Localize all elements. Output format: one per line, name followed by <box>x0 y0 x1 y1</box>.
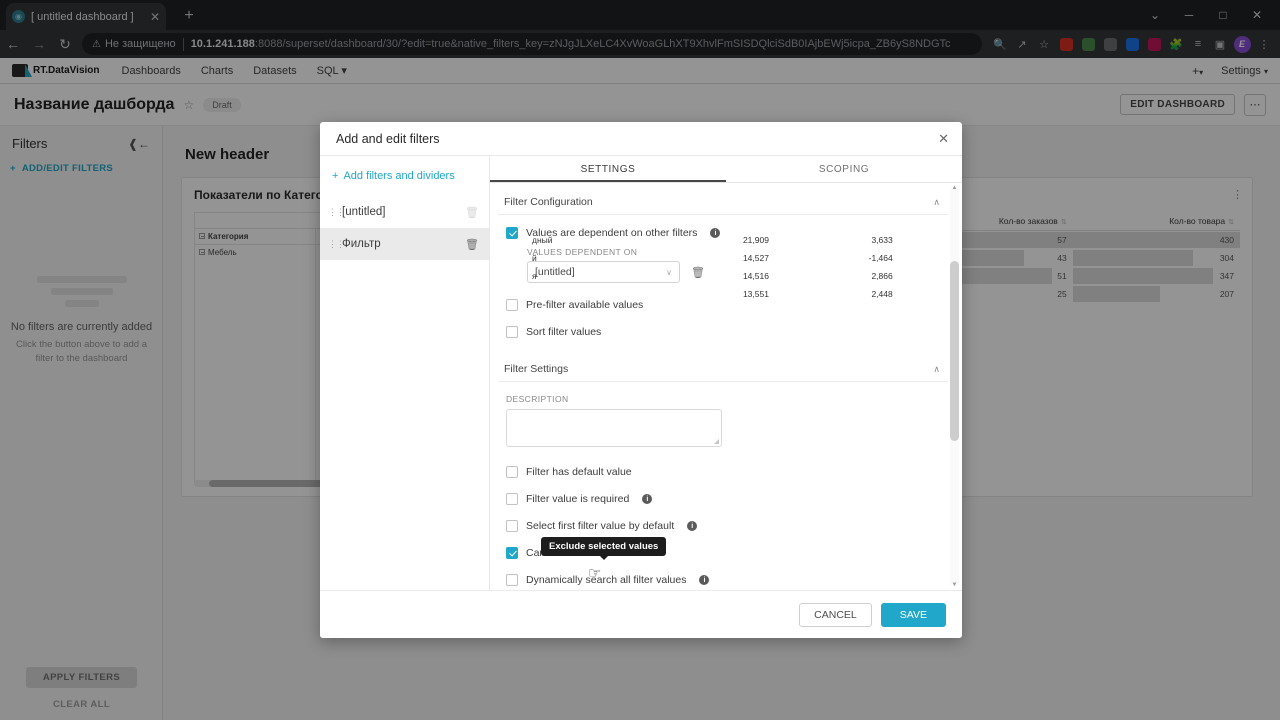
modal-body: + Add filters and dividers ⋮⋮ [untitled]… <box>320 156 962 590</box>
revenue-value: 13,551 <box>742 289 769 299</box>
scroll-up-icon[interactable]: ▲ <box>951 185 958 191</box>
orders-value: 43 <box>1057 253 1067 263</box>
filter-settings-body: DESCRIPTION Filter has default value Fil… <box>498 382 948 590</box>
tooltip: Exclude selected values <box>541 537 667 560</box>
filter-item-label: Фильтр <box>342 238 381 250</box>
tab-settings[interactable]: SETTINGS <box>490 156 726 182</box>
region-name: й <box>532 253 537 263</box>
section-title: Filter Configuration <box>504 196 593 208</box>
trash-icon[interactable]: 🗑 <box>691 266 705 279</box>
region-name: дный <box>532 235 553 245</box>
select-first-checkbox[interactable] <box>506 520 518 532</box>
trash-icon[interactable]: 🗑 <box>465 206 479 219</box>
profit-value: 3,633 <box>871 235 893 245</box>
scroll-down-icon[interactable]: ▼ <box>951 582 958 588</box>
chevron-up-icon: ∧ <box>933 196 940 207</box>
description-label: DESCRIPTION <box>506 394 569 404</box>
filter-item-label: [untitled] <box>342 206 386 218</box>
save-button[interactable]: SAVE <box>880 602 946 627</box>
option-label: Filter has default value <box>526 466 632 478</box>
values-dependent-checkbox[interactable] <box>506 227 518 239</box>
close-icon[interactable]: ✕ <box>938 131 949 147</box>
sort-checkbox[interactable] <box>506 326 518 338</box>
vertical-scrollbar[interactable]: ▲ ▼ <box>950 185 959 588</box>
filters-list-panel: + Add filters and dividers ⋮⋮ [untitled]… <box>320 156 490 590</box>
goods-value: 347 <box>1219 271 1234 281</box>
option-row-select-first[interactable]: Select first filter value by default i <box>506 520 940 532</box>
add-filters-and-dividers-button[interactable]: + Add filters and dividers <box>320 170 489 182</box>
sort-row[interactable]: Sort filter values <box>506 326 940 338</box>
info-icon[interactable]: i <box>642 494 653 504</box>
description-input[interactable] <box>506 409 722 447</box>
option-row-default-value[interactable]: Filter has default value <box>506 466 940 478</box>
orders-value: 25 <box>1057 289 1067 299</box>
prefilter-row[interactable]: Pre-filter available values <box>506 299 940 311</box>
scrollbar-thumb[interactable] <box>950 261 959 441</box>
prefilter-checkbox[interactable] <box>506 299 518 311</box>
drag-handle-icon[interactable]: ⋮⋮ <box>328 239 345 248</box>
chevron-up-icon: ∧ <box>933 363 940 374</box>
filter-list-item-untitled[interactable]: ⋮⋮ [untitled] 🗑 <box>320 196 489 228</box>
add-edit-filters-modal: Add and edit filters ✕ + Add filters and… <box>320 122 962 638</box>
region-name: я <box>532 271 537 281</box>
revenue-value: 14,516 <box>742 271 769 281</box>
goods-value: 304 <box>1219 253 1234 263</box>
goods-value: 430 <box>1219 235 1234 245</box>
screen: ◉ [ untitled dashboard ] ✕ + ⌄ ─ □ ✕ ← →… <box>0 0 1280 720</box>
info-icon[interactable]: i <box>699 575 710 585</box>
orders-value: 51 <box>1057 271 1067 281</box>
modal-title: Add and edit filters <box>336 131 440 146</box>
filter-list-item-filtr[interactable]: ⋮⋮ Фильтр 🗑 <box>320 228 489 260</box>
revenue-value: 21,909 <box>742 235 769 245</box>
filter-configuration-header[interactable]: Filter Configuration ∧ <box>498 191 948 215</box>
plus-icon: + <box>332 170 339 182</box>
trash-icon[interactable]: 🗑 <box>465 238 479 251</box>
drag-handle-icon[interactable]: ⋮⋮ <box>328 207 345 216</box>
chevron-down-icon: ∨ <box>666 267 672 277</box>
multiple-values-checkbox[interactable] <box>506 547 518 559</box>
option-row-dynamic-search[interactable]: Dynamically search all filter values i <box>506 574 940 586</box>
filter-settings-panel: SETTINGS SCOPING Filter Configuration ∧ <box>490 156 962 590</box>
modal-footer: CANCEL SAVE <box>320 590 962 638</box>
revenue-value: 14,527 <box>742 253 769 263</box>
option-label: Select first filter value by default <box>526 520 675 532</box>
has-default-value-checkbox[interactable] <box>506 466 518 478</box>
sort-label: Sort filter values <box>526 326 602 338</box>
cancel-button[interactable]: CANCEL <box>799 602 872 627</box>
filter-settings-header[interactable]: Filter Settings ∧ <box>498 358 948 382</box>
option-label: Dynamically search all filter values <box>526 574 687 586</box>
profit-value: 2,866 <box>871 271 893 281</box>
orders-value: 57 <box>1057 235 1067 245</box>
option-label: Filter value is required <box>526 493 630 505</box>
dynamic-search-checkbox[interactable] <box>506 574 518 586</box>
profit-value: 2,448 <box>871 289 893 299</box>
info-icon[interactable]: i <box>687 521 698 531</box>
option-row-required[interactable]: Filter value is required i <box>506 493 940 505</box>
modal-header: Add and edit filters ✕ <box>320 122 962 156</box>
add-filters-label: Add filters and dividers <box>343 170 455 182</box>
profit-value: -1,464 <box>868 253 893 263</box>
section-title: Filter Settings <box>504 363 569 375</box>
mouse-cursor: ☞ <box>588 565 602 582</box>
prefilter-label: Pre-filter available values <box>526 299 644 311</box>
modal-tabs: SETTINGS SCOPING <box>490 156 962 183</box>
select-value: [untitled] <box>535 266 575 278</box>
values-dependent-on-select[interactable]: [untitled] ∨ <box>527 261 680 283</box>
info-icon[interactable]: i <box>710 228 721 238</box>
tab-scoping[interactable]: SCOPING <box>726 156 962 182</box>
value-required-checkbox[interactable] <box>506 493 518 505</box>
goods-value: 207 <box>1219 289 1234 299</box>
